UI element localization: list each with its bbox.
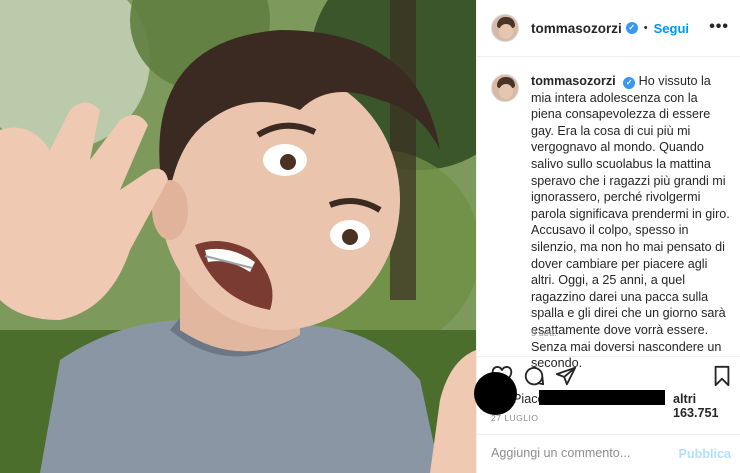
author-username[interactable]: tommasozorzi: [531, 21, 622, 36]
caption-body: tommasozorzi ✓ Ho vissuto la mia intera …: [531, 73, 731, 372]
caption-verified-badge-icon: ✓: [623, 77, 636, 89]
likes-count-link[interactable]: altri 163.751: [673, 392, 740, 420]
caption-avatar[interactable]: [491, 74, 519, 102]
share-icon[interactable]: [555, 365, 577, 387]
instagram-post: tommasozorzi ✓ • Segui ••• tommasozorzi …: [0, 0, 740, 473]
bookmark-icon[interactable]: [711, 365, 733, 387]
comment-icon[interactable]: [523, 365, 545, 387]
post-timestamp[interactable]: 27 LUGLIO: [491, 413, 539, 423]
redacted-avatar-circle: [474, 372, 517, 415]
comment-input[interactable]: [491, 446, 671, 460]
add-comment-bar: Pubblica: [477, 434, 740, 473]
caption-username[interactable]: tommasozorzi: [531, 74, 616, 88]
caption-date[interactable]: 9 sett.: [531, 328, 557, 339]
more-options-icon[interactable]: •••: [709, 19, 729, 35]
post-photo-illustration: [0, 0, 476, 473]
redacted-username-bar: [539, 390, 665, 405]
post-photo[interactable]: [0, 0, 476, 473]
post-header: tommasozorzi ✓ • Segui •••: [477, 0, 740, 57]
follow-button[interactable]: Segui: [654, 21, 689, 36]
author-avatar[interactable]: [491, 14, 519, 42]
verified-badge-icon: ✓: [625, 22, 638, 34]
publish-button[interactable]: Pubblica: [679, 447, 731, 461]
post-caption: tommasozorzi ✓ Ho vissuto la mia intera …: [491, 73, 731, 372]
caption-text: Ho vissuto la mia intera adolescenza con…: [531, 74, 730, 371]
post-side-panel: tommasozorzi ✓ • Segui ••• tommasozorzi …: [474, 0, 740, 473]
header-separator: •: [643, 22, 648, 34]
